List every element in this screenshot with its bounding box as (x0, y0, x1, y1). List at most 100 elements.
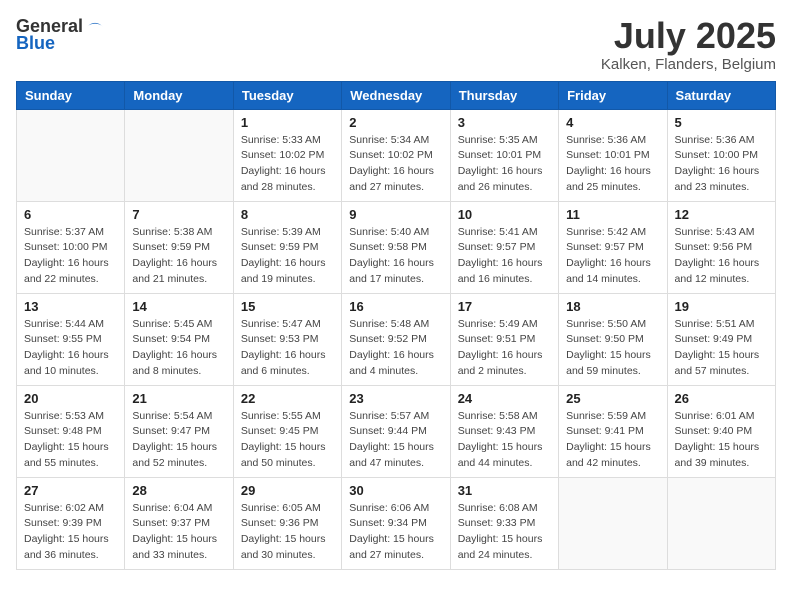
calendar-cell: 3 Sunrise: 5:35 AM Sunset: 10:01 PM Dayli… (450, 109, 558, 201)
calendar-cell: 8 Sunrise: 5:39 AM Sunset: 9:59 PM Daylig… (233, 201, 341, 293)
calendar-cell: 4 Sunrise: 5:36 AM Sunset: 10:01 PM Dayli… (559, 109, 667, 201)
calendar-cell: 22Sunrise: 5:55 AM Sunset: 9:45 PM Dayli… (233, 385, 341, 477)
calendar-cell: 7 Sunrise: 5:38 AM Sunset: 9:59 PM Daylig… (125, 201, 233, 293)
calendar-cell: 16 Sunrise: 5:48 AM Sunset: 9:52 PM Dayli… (342, 293, 450, 385)
page-header: General Blue July 2025 Kalken, Flanders,… (16, 16, 776, 73)
day-detail: Sunrise: 5:57 AM Sunset: 9:44 PM Dayligh… (349, 409, 442, 472)
calendar-cell: 29 Sunrise: 6:05 AM Sunset: 9:36 PM Dayli… (233, 477, 341, 569)
location-subtitle: Kalken, Flanders, Belgium (601, 56, 776, 73)
month-year-title: July 2025 (601, 16, 776, 56)
day-number: 26 (675, 391, 768, 406)
calendar-cell: 24Sunrise: 5:58 AM Sunset: 9:43 PM Dayli… (450, 385, 558, 477)
calendar-cell (559, 477, 667, 569)
day-detail: Sunrise: 5:43 AM Sunset: 9:56 PM Dayligh… (675, 225, 768, 288)
day-detail: Sunrise: 5:37 AM Sunset: 10:00 PM Daylig… (24, 225, 117, 288)
day-detail: Sunrise: 6:02 AM Sunset: 9:39 PM Dayligh… (24, 501, 117, 564)
day-detail: Sunrise: 5:53 AM Sunset: 9:48 PM Dayligh… (24, 409, 117, 472)
calendar-cell: 27 Sunrise: 6:02 AM Sunset: 9:39 PM Dayli… (17, 477, 125, 569)
day-detail: Sunrise: 5:51 AM Sunset: 9:49 PM Dayligh… (675, 317, 768, 380)
calendar-week-row: 13 Sunrise: 5:44 AM Sunset: 9:55 PM Dayli… (17, 293, 776, 385)
calendar-cell: 6 Sunrise: 5:37 AM Sunset: 10:00 PM Dayli… (17, 201, 125, 293)
calendar-cell: 19 Sunrise: 5:51 AM Sunset: 9:49 PM Dayli… (667, 293, 775, 385)
calendar-cell: 25 Sunrise: 5:59 AM Sunset: 9:41 PM Dayli… (559, 385, 667, 477)
calendar-cell: 10Sunrise: 5:41 AM Sunset: 9:57 PM Dayli… (450, 201, 558, 293)
day-number: 16 (349, 299, 442, 314)
day-number: 31 (458, 483, 551, 498)
calendar-cell: 30 Sunrise: 6:06 AM Sunset: 9:34 PM Dayli… (342, 477, 450, 569)
weekday-header: Sunday (17, 81, 125, 109)
day-number: 27 (24, 483, 117, 498)
calendar-cell (667, 477, 775, 569)
day-number: 10 (458, 207, 551, 222)
day-detail: Sunrise: 5:35 AM Sunset: 10:01 PM Daylig… (458, 133, 551, 196)
calendar-cell: 28Sunrise: 6:04 AM Sunset: 9:37 PM Dayli… (125, 477, 233, 569)
calendar-cell: 1 Sunrise: 5:33 AM Sunset: 10:02 PM Dayli… (233, 109, 341, 201)
calendar-cell: 21 Sunrise: 5:54 AM Sunset: 9:47 PM Dayli… (125, 385, 233, 477)
day-number: 17 (458, 299, 551, 314)
calendar-cell: 14 Sunrise: 5:45 AM Sunset: 9:54 PM Dayli… (125, 293, 233, 385)
day-detail: Sunrise: 5:44 AM Sunset: 9:55 PM Dayligh… (24, 317, 117, 380)
day-number: 4 (566, 115, 659, 130)
day-number: 19 (675, 299, 768, 314)
weekday-header: Friday (559, 81, 667, 109)
day-detail: Sunrise: 5:38 AM Sunset: 9:59 PM Dayligh… (132, 225, 225, 288)
day-detail: Sunrise: 6:05 AM Sunset: 9:36 PM Dayligh… (241, 501, 334, 564)
day-detail: Sunrise: 5:54 AM Sunset: 9:47 PM Dayligh… (132, 409, 225, 472)
day-number: 1 (241, 115, 334, 130)
calendar-cell: 9 Sunrise: 5:40 AM Sunset: 9:58 PM Daylig… (342, 201, 450, 293)
day-number: 8 (241, 207, 334, 222)
logo-blue: Blue (16, 33, 55, 54)
calendar-cell: 26 Sunrise: 6:01 AM Sunset: 9:40 PM Dayli… (667, 385, 775, 477)
day-detail: Sunrise: 5:36 AM Sunset: 10:01 PM Daylig… (566, 133, 659, 196)
day-detail: Sunrise: 6:06 AM Sunset: 9:34 PM Dayligh… (349, 501, 442, 564)
day-number: 25 (566, 391, 659, 406)
day-number: 15 (241, 299, 334, 314)
day-detail: Sunrise: 5:40 AM Sunset: 9:58 PM Dayligh… (349, 225, 442, 288)
day-number: 30 (349, 483, 442, 498)
calendar-table: SundayMondayTuesdayWednesdayThursdayFrid… (16, 81, 776, 570)
day-number: 14 (132, 299, 225, 314)
weekday-header: Saturday (667, 81, 775, 109)
day-number: 24 (458, 391, 551, 406)
calendar-cell: 2 Sunrise: 5:34 AM Sunset: 10:02 PM Dayli… (342, 109, 450, 201)
day-detail: Sunrise: 5:47 AM Sunset: 9:53 PM Dayligh… (241, 317, 334, 380)
calendar-week-row: 27 Sunrise: 6:02 AM Sunset: 9:39 PM Dayli… (17, 477, 776, 569)
calendar-week-row: 1 Sunrise: 5:33 AM Sunset: 10:02 PM Dayli… (17, 109, 776, 201)
day-number: 20 (24, 391, 117, 406)
day-number: 7 (132, 207, 225, 222)
day-number: 23 (349, 391, 442, 406)
calendar-cell: 13 Sunrise: 5:44 AM Sunset: 9:55 PM Dayli… (17, 293, 125, 385)
day-number: 13 (24, 299, 117, 314)
day-detail: Sunrise: 5:34 AM Sunset: 10:02 PM Daylig… (349, 133, 442, 196)
weekday-header: Tuesday (233, 81, 341, 109)
day-number: 6 (24, 207, 117, 222)
day-number: 2 (349, 115, 442, 130)
day-detail: Sunrise: 6:01 AM Sunset: 9:40 PM Dayligh… (675, 409, 768, 472)
day-detail: Sunrise: 5:48 AM Sunset: 9:52 PM Dayligh… (349, 317, 442, 380)
calendar-cell: 18Sunrise: 5:50 AM Sunset: 9:50 PM Dayli… (559, 293, 667, 385)
day-detail: Sunrise: 5:36 AM Sunset: 10:00 PM Daylig… (675, 133, 768, 196)
day-number: 22 (241, 391, 334, 406)
day-number: 21 (132, 391, 225, 406)
calendar-cell: 20 Sunrise: 5:53 AM Sunset: 9:48 PM Dayli… (17, 385, 125, 477)
calendar-cell: 12Sunrise: 5:43 AM Sunset: 9:56 PM Dayli… (667, 201, 775, 293)
day-detail: Sunrise: 5:59 AM Sunset: 9:41 PM Dayligh… (566, 409, 659, 472)
calendar-cell: 11Sunrise: 5:42 AM Sunset: 9:57 PM Dayli… (559, 201, 667, 293)
day-detail: Sunrise: 5:45 AM Sunset: 9:54 PM Dayligh… (132, 317, 225, 380)
day-number: 3 (458, 115, 551, 130)
day-detail: Sunrise: 5:50 AM Sunset: 9:50 PM Dayligh… (566, 317, 659, 380)
calendar-cell (17, 109, 125, 201)
calendar-cell (125, 109, 233, 201)
day-detail: Sunrise: 5:39 AM Sunset: 9:59 PM Dayligh… (241, 225, 334, 288)
day-detail: Sunrise: 5:49 AM Sunset: 9:51 PM Dayligh… (458, 317, 551, 380)
day-number: 9 (349, 207, 442, 222)
day-detail: Sunrise: 6:08 AM Sunset: 9:33 PM Dayligh… (458, 501, 551, 564)
logo-icon (85, 17, 105, 37)
logo: General Blue (16, 16, 105, 54)
day-detail: Sunrise: 5:33 AM Sunset: 10:02 PM Daylig… (241, 133, 334, 196)
calendar-cell: 15 Sunrise: 5:47 AM Sunset: 9:53 PM Dayli… (233, 293, 341, 385)
calendar-cell: 5Sunrise: 5:36 AM Sunset: 10:00 PM Dayli… (667, 109, 775, 201)
day-detail: Sunrise: 5:42 AM Sunset: 9:57 PM Dayligh… (566, 225, 659, 288)
weekday-header: Thursday (450, 81, 558, 109)
day-number: 29 (241, 483, 334, 498)
